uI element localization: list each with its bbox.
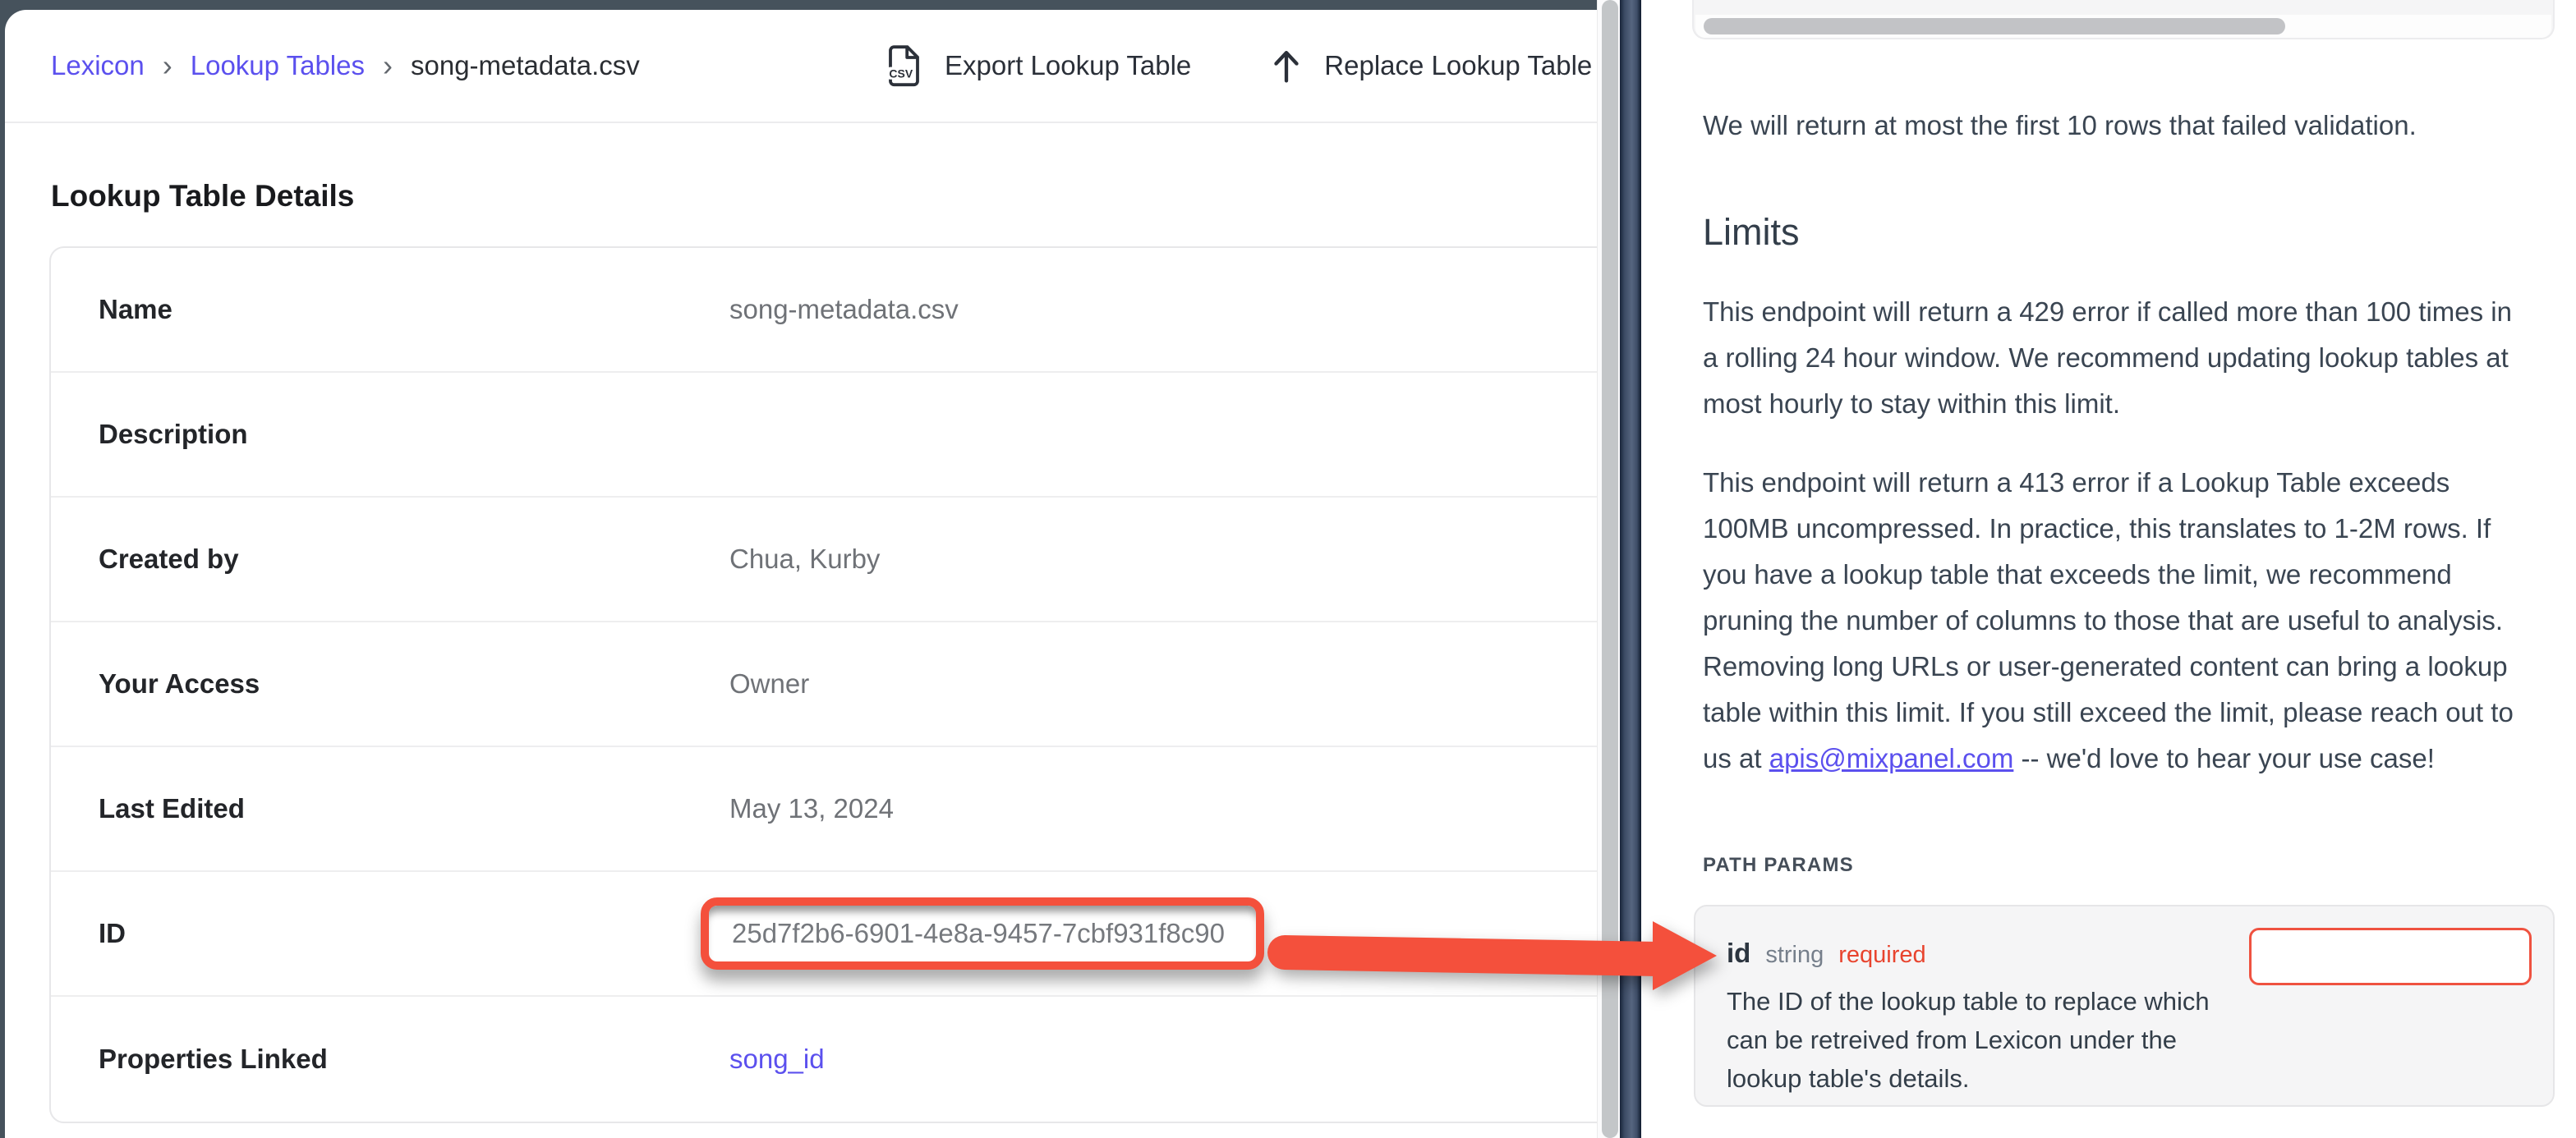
path-params-label: PATH PARAMS bbox=[1703, 854, 1854, 877]
replace-button-label: Replace Lookup Table bbox=[1324, 50, 1592, 81]
path-param-card: id string required The ID of the lookup … bbox=[1694, 905, 2555, 1107]
svg-text:CSV: CSV bbox=[889, 67, 913, 80]
paragraph-text: -- we'd love to hear your use case! bbox=[2013, 743, 2435, 773]
detail-label: Properties Linked bbox=[99, 1044, 328, 1075]
details-card: Name song-metadata.csv Description Creat… bbox=[49, 246, 1597, 1123]
detail-row-id: ID 25d7f2b6-6901-4e8a-9457-7cbf931f8c90 bbox=[51, 872, 1597, 997]
lookup-table-window: Lexicon › Lookup Tables › song-metadata.… bbox=[5, 10, 1597, 1138]
csv-file-icon: CSV bbox=[886, 44, 923, 87]
breadcrumb-current-file: song-metadata.csv bbox=[411, 50, 640, 81]
detail-value: May 13, 2024 bbox=[729, 793, 894, 824]
window-divider bbox=[1620, 0, 1641, 1138]
chevron-right-icon: › bbox=[383, 51, 393, 80]
code-block-bottom bbox=[1692, 0, 2555, 39]
detail-row-name: Name song-metadata.csv bbox=[51, 248, 1597, 373]
replace-lookup-table-button[interactable]: Replace Lookup Table bbox=[1270, 44, 1592, 87]
apis-email-link[interactable]: apis@mixpanel.com bbox=[1769, 743, 2014, 773]
limits-heading: Limits bbox=[1703, 211, 1800, 254]
param-header: id string required bbox=[1727, 938, 1926, 969]
linked-property-song-id[interactable]: song_id bbox=[729, 1044, 825, 1074]
api-docs-panel: We will return at most the first 10 rows… bbox=[1641, 0, 2576, 1138]
detail-label: Description bbox=[99, 419, 248, 450]
detail-value: song-metadata.csv bbox=[729, 294, 959, 325]
param-type: string bbox=[1765, 942, 1824, 969]
lookup-table-header: Lexicon › Lookup Tables › song-metadata.… bbox=[5, 10, 1597, 123]
breadcrumb-lookup-tables[interactable]: Lookup Tables bbox=[191, 50, 365, 81]
export-button-label: Export Lookup Table bbox=[945, 50, 1191, 81]
param-name: id bbox=[1727, 938, 1750, 969]
left-window-scrollbar[interactable] bbox=[1597, 0, 1620, 1138]
scrollbar-thumb[interactable] bbox=[1602, 0, 1618, 1138]
detail-label: Last Edited bbox=[99, 793, 245, 824]
param-required-badge: required bbox=[1838, 942, 1925, 969]
detail-row-created-by: Created by Chua, Kurby bbox=[51, 498, 1597, 622]
detail-label: Name bbox=[99, 294, 172, 325]
export-lookup-table-button[interactable]: CSV Export Lookup Table bbox=[886, 44, 1191, 87]
param-description: The ID of the lookup table to replace wh… bbox=[1727, 982, 2220, 1098]
lookup-table-id-value: 25d7f2b6-6901-4e8a-9457-7cbf931f8c90 bbox=[709, 918, 1225, 949]
detail-label: Your Access bbox=[99, 668, 260, 700]
page-title: Lookup Table Details bbox=[51, 179, 354, 213]
size-limit-paragraph: This endpoint will return a 413 error if… bbox=[1703, 460, 2528, 782]
chevron-right-icon: › bbox=[163, 51, 172, 80]
rate-limit-paragraph: This endpoint will return a 429 error if… bbox=[1703, 289, 2528, 427]
detail-label: ID bbox=[99, 918, 126, 949]
horizontal-scrollbar[interactable] bbox=[1695, 15, 2551, 38]
toolbar: CSV Export Lookup Table Replace Lookup T… bbox=[886, 10, 1592, 122]
detail-row-last-edited: Last Edited May 13, 2024 bbox=[51, 747, 1597, 872]
paragraph-text: This endpoint will return a 413 error if… bbox=[1703, 467, 2514, 773]
id-highlight-box: 25d7f2b6-6901-4e8a-9457-7cbf931f8c90 bbox=[701, 897, 1264, 970]
breadcrumb: Lexicon › Lookup Tables › song-metadata.… bbox=[51, 10, 640, 122]
screenshot-root: Lexicon › Lookup Tables › song-metadata.… bbox=[0, 0, 2576, 1138]
detail-value: Owner bbox=[729, 668, 809, 700]
detail-row-your-access: Your Access Owner bbox=[51, 622, 1597, 747]
detail-row-description: Description bbox=[51, 373, 1597, 498]
detail-value: Chua, Kurby bbox=[729, 544, 880, 575]
horizontal-scrollbar-thumb[interactable] bbox=[1704, 18, 2285, 34]
breadcrumb-lexicon[interactable]: Lexicon bbox=[51, 50, 145, 81]
id-param-input[interactable] bbox=[2249, 928, 2532, 985]
detail-label: Created by bbox=[99, 544, 239, 575]
upload-arrow-icon bbox=[1270, 44, 1303, 87]
detail-row-properties-linked: Properties Linked song_id bbox=[51, 997, 1597, 1122]
validation-note: We will return at most the first 10 rows… bbox=[1703, 103, 2532, 149]
